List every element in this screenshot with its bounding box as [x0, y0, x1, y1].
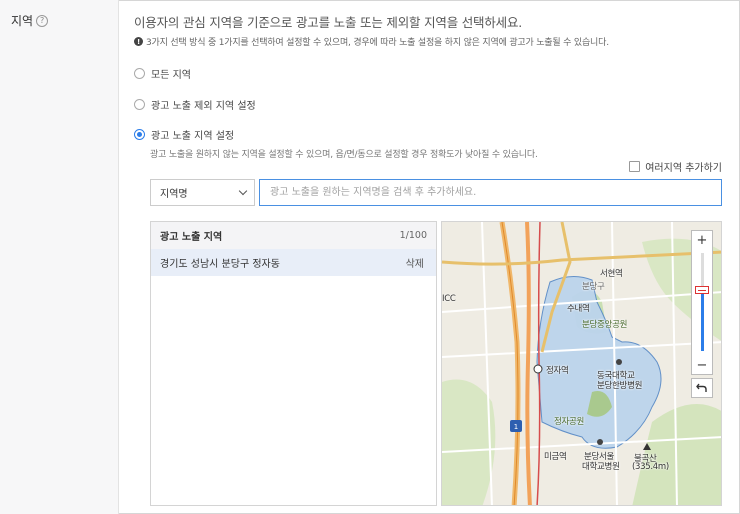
radio-label: 모든 지역 [151, 70, 191, 81]
list-item[interactable]: 경기도 성남시 분당구 정자동 삭제 [151, 249, 436, 276]
section-description: 이용자의 관심 지역을 기준으로 광고를 노출 또는 제외할 지역을 선택하세요… [134, 15, 523, 30]
map-label: 분당중앙공원 [582, 320, 628, 330]
select-value: 지역명 [160, 189, 188, 200]
help-icon[interactable]: ? [36, 14, 49, 27]
chevron-down-icon [238, 186, 248, 196]
svg-text:1: 1 [514, 423, 518, 431]
radio-include-regions[interactable]: 광고 노출 지역 설정 [134, 127, 234, 142]
radio-circle[interactable] [134, 99, 145, 110]
map-label: 정자역 [546, 366, 569, 376]
map-label: 수내역 [567, 304, 590, 314]
option-description: 광고 노출을 원하지 않는 지역을 설정할 수 있으며, 읍/면/동으로 설정할… [150, 150, 538, 160]
multi-region-checkbox[interactable]: 여러지역 추가하기 [629, 159, 722, 174]
radio-label: 광고 노출 제외 지역 설정 [151, 101, 256, 112]
delete-button[interactable]: 삭제 [406, 255, 424, 270]
section-note-text: 3가지 선택 방식 중 1가지를 선택하여 설정할 수 있으며, 경우에 따라 … [146, 38, 609, 48]
zoom-out-button[interactable]: − [692, 356, 712, 374]
radio-circle-checked[interactable] [134, 129, 145, 140]
label-column: 지역 ? [0, 0, 119, 514]
checkbox-box[interactable] [629, 161, 641, 172]
radio-circle[interactable] [134, 68, 145, 79]
zoom-control: + − [691, 230, 713, 375]
map-label: 미금역 [544, 452, 567, 462]
info-icon: ! [134, 37, 143, 46]
zoom-in-button[interactable]: + [692, 231, 712, 249]
region-type-select[interactable]: 지역명 [150, 179, 255, 206]
radio-exclude-regions[interactable]: 광고 노출 제외 지역 설정 [134, 97, 256, 112]
map-label: 분당한방병원 [597, 381, 643, 391]
zoom-slider-handle[interactable] [695, 286, 709, 294]
multi-region-label: 여러지역 추가하기 [645, 163, 722, 174]
list-title: 광고 노출 지역 [160, 232, 223, 243]
list-count: 1/100 [399, 230, 427, 241]
selected-regions-list: 광고 노출 지역 1/100 경기도 성남시 분당구 정자동 삭제 [150, 221, 437, 506]
map-label: 대학교병원 [582, 462, 620, 472]
list-header: 광고 노출 지역 1/100 [151, 222, 436, 249]
region-label-text: 지역 [11, 14, 34, 28]
map-label: (335.4m) [632, 462, 669, 472]
map-label: 정자공원 [554, 417, 585, 427]
reset-view-button[interactable] [691, 378, 713, 398]
region-label: 지역 ? [11, 12, 49, 29]
region-search-input[interactable] [259, 179, 722, 206]
radio-all-regions[interactable]: 모든 지역 [134, 66, 191, 81]
radio-label: 광고 노출 지역 설정 [151, 131, 235, 142]
undo-icon [696, 383, 707, 392]
map-label: 서현역 [600, 269, 623, 279]
zoom-level-fill [701, 293, 704, 351]
region-name: 경기도 성남시 분당구 정자동 [160, 259, 280, 270]
map-label: ICC [442, 294, 456, 304]
section-note: ! 3가지 선택 방식 중 1가지를 선택하여 설정할 수 있으며, 경우에 따… [134, 35, 609, 48]
map-label: 분당구 [582, 282, 605, 292]
region-map[interactable]: 1 서현역 분당구 수내역 분당중앙공원 정자역 동국대학교 분당한방병원 정자… [441, 221, 722, 506]
